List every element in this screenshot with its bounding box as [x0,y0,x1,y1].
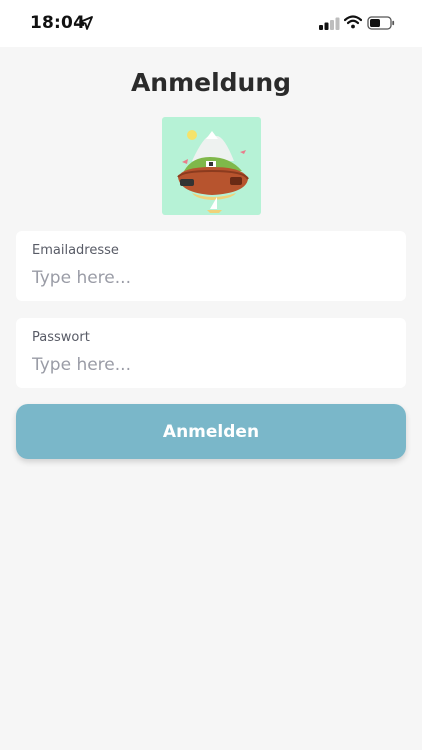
email-label: Emailadresse [32,243,119,258]
password-field[interactable] [32,351,388,379]
island-illustration-logo [162,117,261,215]
password-label: Passwort [32,330,90,345]
status-time: 18:04 [30,13,86,33]
password-field-container: Passwort [16,318,406,388]
location-arrow-icon [79,16,93,30]
battery-icon [367,16,395,30]
email-field[interactable] [32,264,388,292]
status-bar: 18:04 [0,0,422,47]
email-field-container: Emailadresse [16,231,406,301]
page-title: Anmeldung [130,68,292,97]
login-button[interactable]: Anmelden [16,404,406,459]
wifi-icon [344,15,362,29]
cellular-signal-icon [319,17,340,30]
